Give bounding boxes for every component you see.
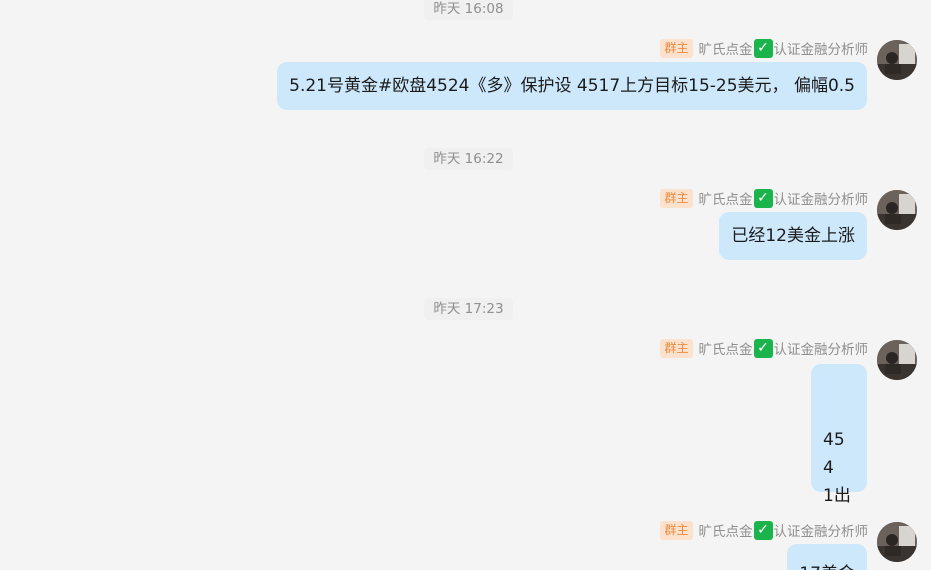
sender-line: 群主 旷氏点金 ✓ 认证金融分析师 xyxy=(660,520,868,540)
owner-badge: 群主 xyxy=(660,188,693,208)
sender-name-suffix: 认证金融分析师 xyxy=(773,192,869,208)
owner-badge: 群主 xyxy=(660,338,693,358)
sender-name-suffix: 认证金融分析师 xyxy=(773,42,869,58)
avatar[interactable] xyxy=(877,190,917,230)
message-bubble[interactable]: 17美金 xyxy=(787,544,867,570)
sender-line: 群主 旷氏点金 ✓ 认证金融分析师 xyxy=(660,188,868,208)
sender-name-prefix: 旷氏点金 xyxy=(698,42,753,58)
message-text-line: 1出 xyxy=(823,486,851,506)
avatar[interactable] xyxy=(877,40,917,80)
check-mark-icon: ✓ xyxy=(753,520,773,540)
message-timestamp: 昨天 16:22 xyxy=(424,148,513,170)
message-timestamp: 昨天 17:23 xyxy=(424,298,513,320)
sender-line: 群主 旷氏点金 ✓ 认证金融分析师 xyxy=(660,338,868,358)
sender-name[interactable]: 旷氏点金 ✓ 认证金融分析师 xyxy=(698,188,869,208)
chat-message-list[interactable]: 昨天 16:08 群主 旷氏点金 ✓ 认证金融分析师 5.21号黄金#欧盘452… xyxy=(0,0,931,570)
sender-name-prefix: 旷氏点金 xyxy=(698,342,753,358)
avatar[interactable] xyxy=(877,522,917,562)
sender-name-suffix: 认证金融分析师 xyxy=(773,342,869,358)
owner-badge: 群主 xyxy=(660,38,693,58)
message-timestamp: 昨天 16:08 xyxy=(424,0,513,20)
message-bubble[interactable]: 5.21号黄金#欧盘4524《多》保护设 4517上方目标15-25美元， 偏幅… xyxy=(277,62,867,110)
sender-name[interactable]: 旷氏点金 ✓ 认证金融分析师 xyxy=(698,338,869,358)
owner-badge: 群主 xyxy=(660,520,693,540)
sender-name-suffix: 认证金融分析师 xyxy=(773,524,869,540)
sender-name[interactable]: 旷氏点金 ✓ 认证金融分析师 xyxy=(698,38,869,58)
sender-name[interactable]: 旷氏点金 ✓ 认证金融分析师 xyxy=(698,520,869,540)
check-mark-icon: ✓ xyxy=(753,188,773,208)
sender-name-prefix: 旷氏点金 xyxy=(698,192,753,208)
sender-line: 群主 旷氏点金 ✓ 认证金融分析师 xyxy=(660,38,868,58)
message-text-line: 454 xyxy=(823,430,845,478)
check-mark-icon: ✓ xyxy=(753,338,773,358)
sender-name-prefix: 旷氏点金 xyxy=(698,524,753,540)
message-bubble[interactable]: 已经12美金上涨 xyxy=(719,212,867,260)
message-bubble[interactable]: 454 1出 xyxy=(811,364,867,506)
avatar[interactable] xyxy=(877,340,917,380)
check-mark-icon: ✓ xyxy=(753,38,773,58)
